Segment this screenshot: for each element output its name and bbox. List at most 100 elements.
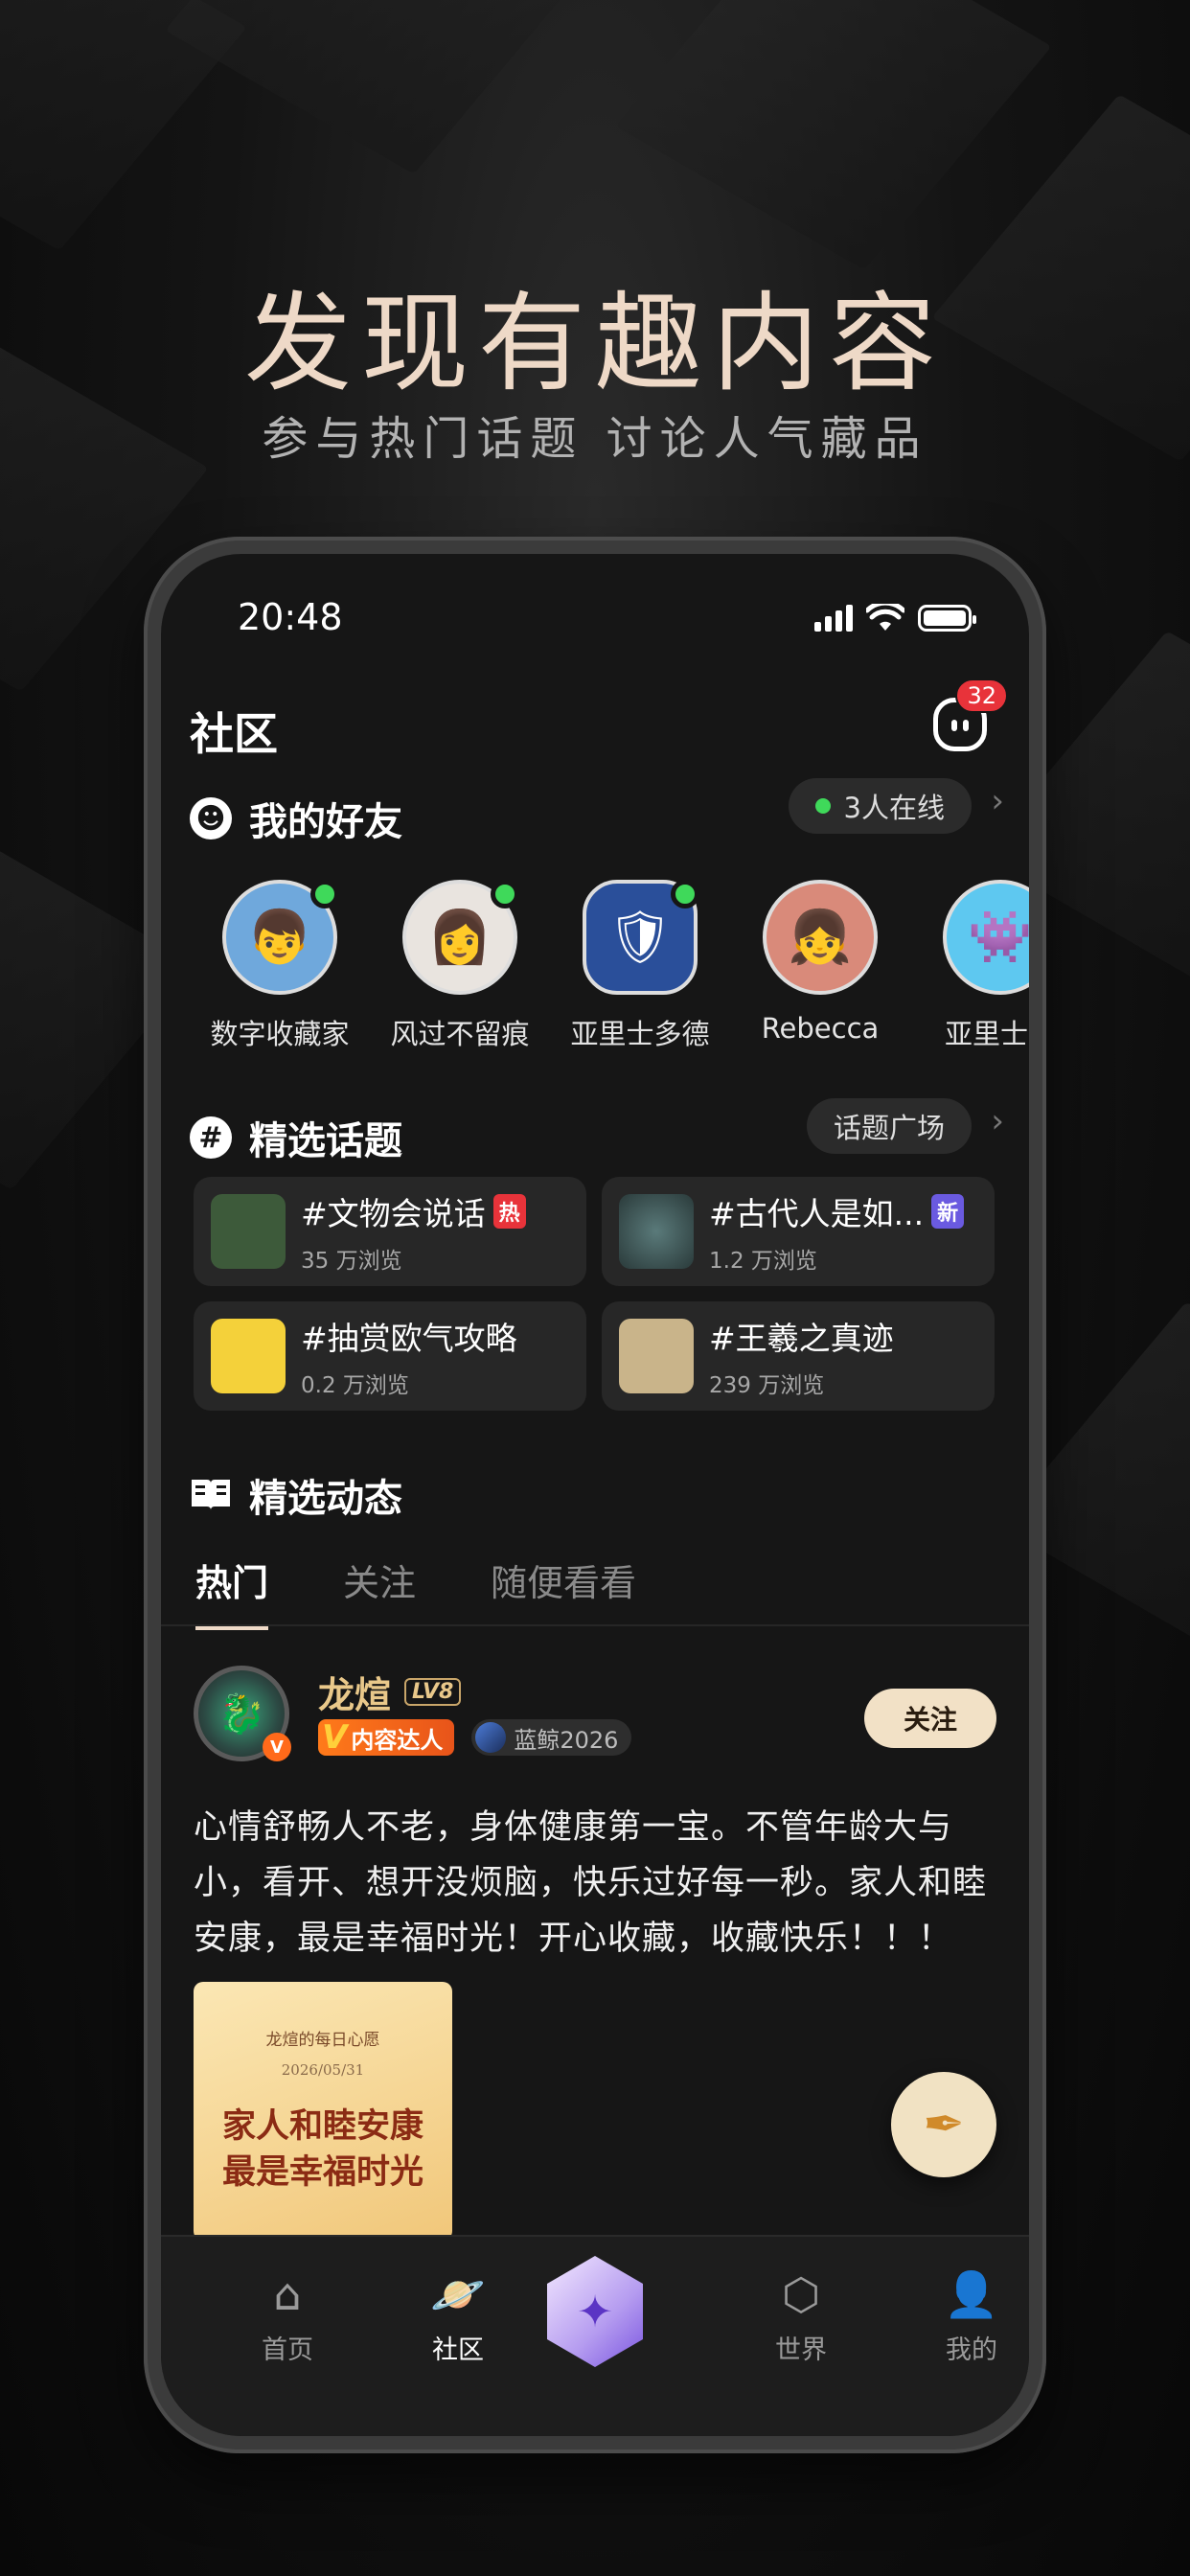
- topic-views: 239 万浏览: [709, 1373, 825, 1398]
- image-caption: 龙煊的每日心愿: [265, 2031, 380, 2050]
- smile-icon: ☻: [190, 797, 232, 840]
- chevron-right-icon[interactable]: ›: [991, 1102, 1004, 1140]
- image-line-2: 最是幸福时光: [221, 2152, 423, 2192]
- avatar: 👦: [222, 880, 339, 995]
- tab-browse[interactable]: 随便看看: [491, 1553, 636, 1630]
- avatar: 👩: [402, 880, 519, 995]
- avatar: 👾: [943, 880, 1029, 995]
- collection-icon: [475, 1722, 507, 1753]
- message-badge: 32: [955, 678, 1008, 713]
- message-button[interactable]: 32: [933, 678, 1008, 753]
- topic-thumbnail: [211, 1194, 286, 1269]
- tab-hot[interactable]: 热门: [195, 1553, 269, 1630]
- friend-item[interactable]: 👾 亚里士多: [910, 880, 1029, 1052]
- friend-item[interactable]: 👧 Rebecca: [730, 880, 910, 1052]
- status-time: 20:48: [238, 596, 343, 638]
- topics-title: 精选话题: [249, 1119, 402, 1163]
- nav-community[interactable]: 🪐 社区: [400, 2269, 515, 2366]
- create-hexagon-icon: ✦: [576, 2286, 614, 2337]
- hash-icon: #: [190, 1116, 232, 1159]
- wifi-icon: [866, 604, 904, 631]
- feather-icon: ✒: [923, 2096, 965, 2153]
- status-bar: 20:48: [161, 596, 1029, 646]
- topic-card[interactable]: #文物会说话热 35 万浏览: [194, 1177, 586, 1286]
- nav-mine[interactable]: 👤 我的: [914, 2269, 1029, 2366]
- friend-item[interactable]: 🛡 亚里士多德: [550, 880, 730, 1052]
- friends-title: 我的好友: [249, 800, 402, 844]
- friend-name: 风过不留痕: [390, 1018, 530, 1050]
- nav-home[interactable]: ⌂ 首页: [230, 2269, 345, 2366]
- friend-item[interactable]: 👩 风过不留痕: [370, 880, 550, 1052]
- promo-headline: 发现有趣内容: [244, 282, 946, 406]
- topic-title: #文物会说话: [301, 1195, 486, 1232]
- nav-community-label: 社区: [432, 2335, 484, 2365]
- avatar: 🛡: [583, 880, 699, 995]
- compose-feather-button[interactable]: ✒: [891, 2072, 996, 2177]
- home-icon: ⌂: [273, 2268, 302, 2320]
- topic-views: 1.2 万浏览: [709, 1249, 817, 1274]
- phone-screen: 20:48 社区 32 ☻ 我的好友 3人在线 › 👦 数字收藏家 👩 风过不留…: [161, 554, 1029, 2436]
- feed-section-header: 精选动态: [190, 1467, 402, 1523]
- verified-badge-icon: V: [263, 1733, 291, 1761]
- topic-card[interactable]: #抽赏欧气攻略 0.2 万浏览: [194, 1301, 586, 1411]
- topic-title: #王羲之真迹: [709, 1320, 894, 1357]
- online-count-button[interactable]: 3人在线: [788, 778, 972, 834]
- topic-views: 0.2 万浏览: [301, 1373, 409, 1398]
- topic-thumbnail: [619, 1194, 694, 1269]
- topic-plaza-button[interactable]: 话题广场: [806, 1098, 972, 1154]
- content-expert-tag: V 内容达人: [318, 1718, 455, 1757]
- nav-home-label: 首页: [262, 2335, 313, 2365]
- topic-title: #古代人是如...: [709, 1195, 925, 1232]
- online-indicator: [310, 880, 339, 908]
- content-expert-label: 内容达人: [351, 1726, 444, 1754]
- topic-plaza-label: 话题广场: [833, 1112, 945, 1144]
- image-date: 2026/05/31: [281, 2061, 365, 2079]
- post-image[interactable]: 龙煊的每日心愿 2026/05/31 家人和睦安康 最是幸福时光: [194, 1982, 452, 2241]
- friend-name: 亚里士多: [944, 1018, 1029, 1050]
- friend-name: Rebecca: [761, 1012, 880, 1045]
- topic-thumbnail: [619, 1319, 694, 1393]
- topic-thumbnail: [211, 1319, 286, 1393]
- friends-list: 👦 数字收藏家 👩 风过不留痕 🛡 亚里士多德 👧 Rebecca 👾 亚里士多: [190, 880, 1029, 1052]
- image-line-1: 家人和睦安康: [221, 2106, 423, 2146]
- topic-title: #抽赏欧气攻略: [301, 1320, 517, 1357]
- planet-icon: 🪐: [430, 2268, 486, 2320]
- avatar: 👧: [763, 880, 878, 995]
- online-indicator: [671, 880, 699, 908]
- online-count-label: 3人在线: [843, 792, 945, 824]
- collection-tag[interactable]: 蓝鲸2026: [471, 1719, 632, 1756]
- topics-section-header: # 精选话题: [190, 1110, 402, 1165]
- level-badge: LV8: [404, 1678, 462, 1706]
- friend-name: 亚里士多德: [570, 1018, 710, 1050]
- new-tag: 新: [931, 1194, 965, 1229]
- book-icon: [192, 1480, 230, 1510]
- hot-tag: 热: [492, 1194, 526, 1229]
- friend-name: 数字收藏家: [210, 1018, 350, 1050]
- promo-subheadline: 参与热门话题 讨论人气藏品: [262, 412, 928, 466]
- create-hexagon-button[interactable]: ✦: [547, 2256, 643, 2367]
- divider: [161, 1624, 1029, 1626]
- online-indicator: [491, 880, 519, 908]
- follow-button[interactable]: 关注: [864, 1689, 996, 1748]
- nav-mine-label: 我的: [946, 2335, 997, 2365]
- chevron-right-icon[interactable]: ›: [991, 782, 1004, 820]
- battery-icon: [918, 605, 976, 632]
- friend-item[interactable]: 👦 数字收藏家: [190, 880, 370, 1052]
- tab-following[interactable]: 关注: [343, 1553, 416, 1630]
- topic-card[interactable]: #王羲之真迹 239 万浏览: [602, 1301, 995, 1411]
- friends-section-header: ☻ 我的好友: [190, 791, 402, 846]
- collection-label: 蓝鲸2026: [514, 1726, 619, 1754]
- phone-frame: 20:48 社区 32 ☻ 我的好友 3人在线 › 👦 数字收藏家 👩 风过不留…: [144, 537, 1046, 2453]
- nav-world-label: 世界: [775, 2335, 827, 2365]
- feed-title: 精选动态: [249, 1477, 402, 1521]
- topics-grid: #文物会说话热 35 万浏览 #古代人是如... 新 1.2 万浏览 #抽赏欧气攻…: [194, 1177, 998, 1411]
- signal-icon: [814, 605, 853, 632]
- online-dot-icon: [814, 798, 831, 814]
- topic-card[interactable]: #古代人是如... 新 1.2 万浏览: [602, 1177, 995, 1286]
- page-title: 社区: [190, 708, 278, 760]
- feed-tabs: 热门 关注 随便看看: [195, 1553, 636, 1630]
- nav-world[interactable]: ⬡ 世界: [744, 2269, 858, 2366]
- post-username[interactable]: 龙煊: [318, 1666, 391, 1718]
- box-icon: ⬡: [781, 2268, 821, 2320]
- user-icon: 👤: [944, 2268, 999, 2320]
